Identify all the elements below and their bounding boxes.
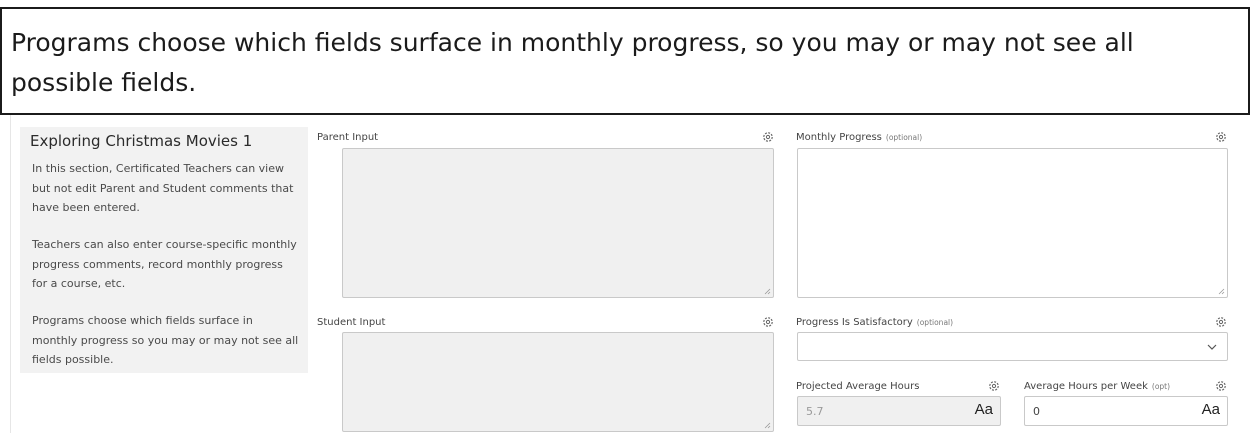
gear-icon[interactable] — [988, 380, 1000, 392]
callout-text: Programs choose which fields surface in … — [11, 28, 1134, 97]
info-paragraph-1: In this section, Certificated Teachers c… — [32, 162, 294, 214]
monthly-progress-label: Monthly Progress (optional) — [796, 132, 923, 143]
optional-tag: (opt) — [1151, 382, 1171, 391]
optional-tag: (optional) — [916, 318, 954, 327]
gear-icon[interactable] — [762, 316, 774, 328]
course-progress-card: Exploring Christmas Movies 1 In this sec… — [10, 115, 1254, 433]
resize-grip-icon — [764, 422, 771, 429]
resize-grip-icon — [764, 288, 771, 295]
avg-hours-week-input[interactable]: 0 Aa — [1024, 396, 1228, 426]
projected-hours-value: 5.7 — [806, 405, 824, 418]
page: Programs choose which fields surface in … — [0, 0, 1254, 433]
course-title: Exploring Christmas Movies 1 — [30, 132, 253, 150]
avg-hours-week-label: Average Hours per Week (opt) — [1024, 381, 1171, 392]
info-paragraph-2: Teachers can also enter course-specific … — [32, 238, 297, 290]
avg-hours-week-value: 0 — [1033, 405, 1040, 418]
parent-input-label: Parent Input — [317, 132, 379, 143]
gear-icon[interactable] — [1215, 316, 1227, 328]
text-format-icon: Aa — [974, 401, 993, 418]
optional-tag: (optional) — [885, 133, 923, 142]
projected-hours-input: 5.7 Aa — [797, 396, 1001, 426]
course-info-panel: Exploring Christmas Movies 1 In this sec… — [20, 127, 308, 373]
resize-grip-icon[interactable] — [1218, 288, 1225, 295]
progress-satisfactory-label: Progress Is Satisfactory (optional) — [796, 317, 954, 328]
monthly-progress-textarea[interactable] — [797, 148, 1228, 298]
student-input-label: Student Input — [317, 317, 386, 328]
gear-icon[interactable] — [1215, 380, 1227, 392]
annotation-callout: Programs choose which fields surface in … — [0, 7, 1250, 115]
progress-satisfactory-select[interactable] — [797, 332, 1228, 361]
projected-hours-label: Projected Average Hours — [796, 381, 920, 392]
gear-icon[interactable] — [1215, 131, 1227, 143]
text-format-icon[interactable]: Aa — [1202, 401, 1220, 418]
gear-icon[interactable] — [762, 131, 774, 143]
chevron-down-icon — [1207, 344, 1217, 350]
info-paragraph-3: Programs choose which fields surface in … — [32, 314, 299, 366]
parent-input-textarea — [342, 148, 774, 298]
student-input-textarea — [342, 332, 774, 432]
